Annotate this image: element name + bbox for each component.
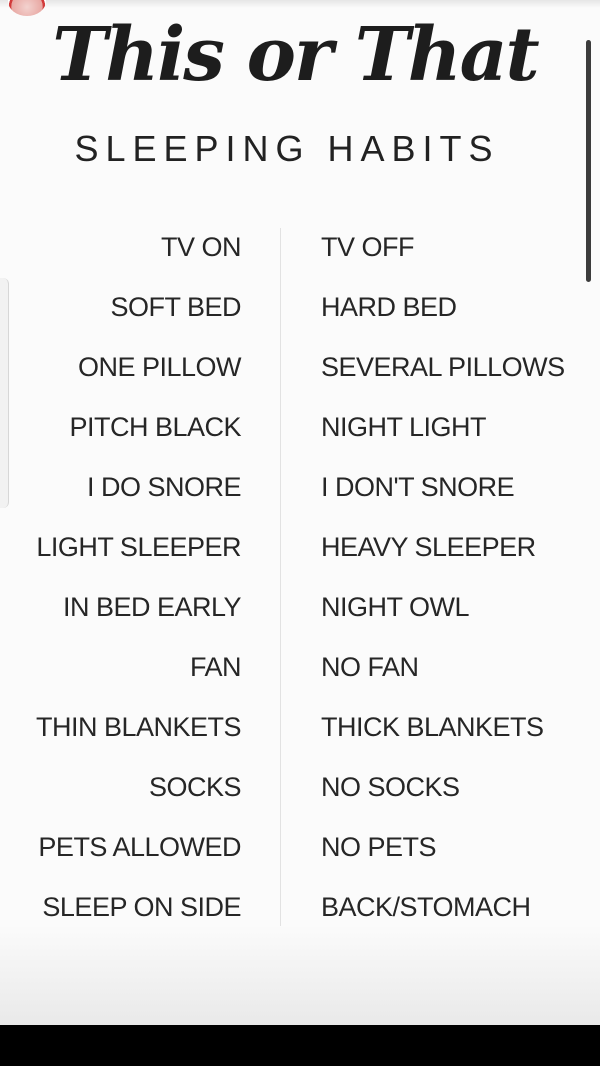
option-this: PITCH BLACK — [69, 412, 241, 442]
page-title: This or That — [52, 12, 540, 98]
option-this: IN BED EARLY — [62, 592, 242, 622]
list-item: THIN BLANKETS THICK BLANKETS — [0, 712, 600, 752]
list-item: FAN NO FAN — [0, 652, 600, 692]
page-subtitle: SLEEPING HABITS — [74, 128, 500, 169]
avatar[interactable] — [8, 0, 46, 16]
option-that: NO SOCKS — [321, 772, 460, 802]
option-that: BACK/STOMACH — [321, 892, 531, 922]
option-this: ONE PILLOW — [77, 352, 242, 382]
option-this: THIN BLANKETS — [35, 712, 242, 742]
option-that: NIGHT OWL — [321, 592, 470, 622]
option-this: PETS ALLOWED — [38, 832, 241, 862]
list-item: I DO SNORE I DON'T SNORE — [0, 472, 600, 512]
option-that: THICK BLANKETS — [321, 712, 544, 742]
list-item: PITCH BLACK NIGHT LIGHT — [0, 412, 600, 452]
list-item: TV ON TV OFF — [0, 232, 600, 272]
top-edge — [0, 0, 600, 8]
option-that: SEVERAL PILLOWS — [321, 352, 565, 382]
list-item: ONE PILLOW SEVERAL PILLOWS — [0, 352, 600, 392]
option-that: I DON'T SNORE — [321, 472, 515, 502]
option-that: NIGHT LIGHT — [321, 412, 487, 442]
option-that: NO FAN — [321, 652, 419, 682]
option-this: TV ON — [160, 232, 242, 262]
option-this: I DO SNORE — [86, 472, 242, 502]
story-screen: This or That SLEEPING HABITS TV ON TV OF… — [0, 0, 600, 1025]
option-this: LIGHT SLEEPER — [36, 532, 241, 562]
option-that: HARD BED — [321, 292, 457, 322]
option-this: SOFT BED — [110, 292, 241, 322]
option-that: TV OFF — [321, 232, 415, 262]
list-item: PETS ALLOWED NO PETS — [0, 832, 600, 872]
list-item: SOFT BED HARD BED — [0, 292, 600, 332]
bottom-bar — [0, 1025, 600, 1066]
option-this: FAN — [189, 652, 242, 682]
list-item: SLEEP ON SIDE BACK/STOMACH — [0, 892, 600, 932]
column-divider — [280, 228, 281, 926]
option-this: SOCKS — [148, 772, 242, 802]
option-that: HEAVY SLEEPER — [321, 532, 536, 562]
list-item: SOCKS NO SOCKS — [0, 772, 600, 812]
option-that: NO PETS — [321, 832, 437, 862]
bottom-fade — [0, 925, 600, 1025]
list-item: IN BED EARLY NIGHT OWL — [0, 592, 600, 632]
list-item: LIGHT SLEEPER HEAVY SLEEPER — [0, 532, 600, 572]
option-this: SLEEP ON SIDE — [42, 892, 241, 922]
